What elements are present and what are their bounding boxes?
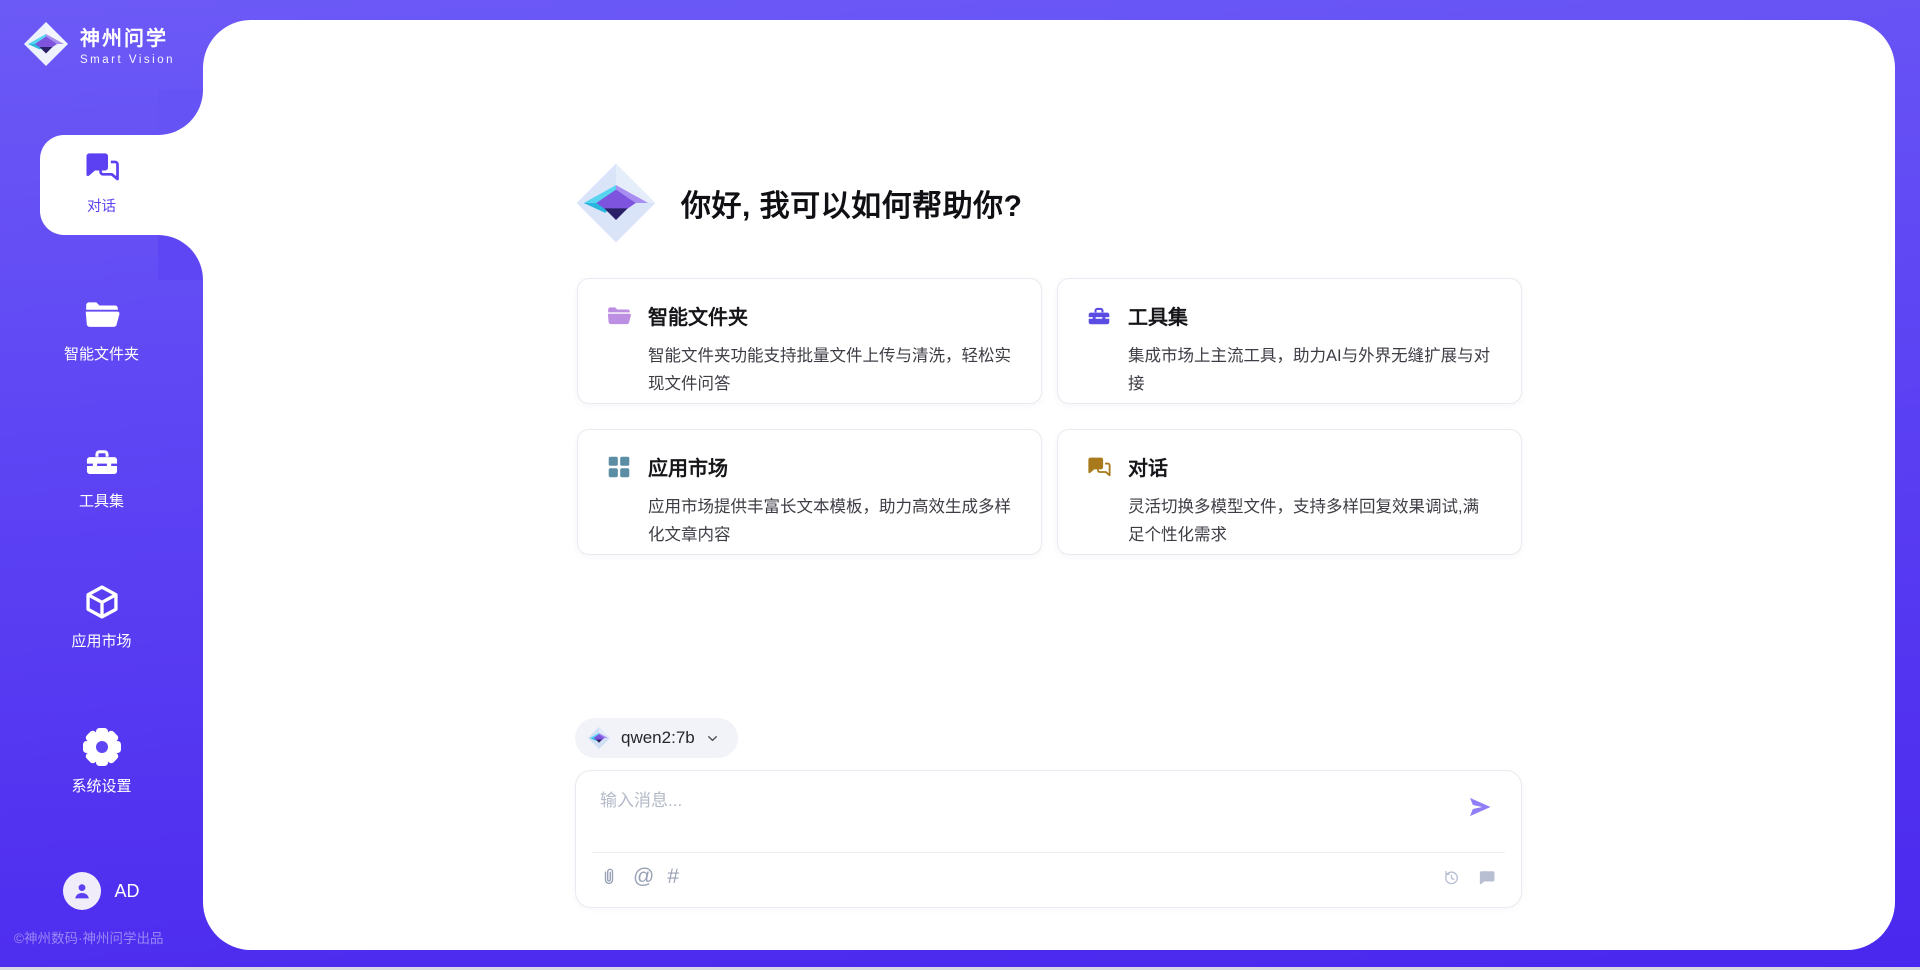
brand-text: 神州问学 Smart Vision <box>80 22 175 66</box>
card-title: 应用市场 <box>648 452 728 481</box>
sidebar: 神州问学 Smart Vision 对话 智能文件夹 工具集 <box>0 0 203 967</box>
card-title: 智能文件夹 <box>648 301 748 330</box>
tab-curve-top <box>158 90 203 135</box>
sidebar-item-chat[interactable]: 对话 <box>0 148 203 216</box>
card-description: 集成市场上主流工具，助力AI与外界无缝扩展与对接 <box>1128 342 1493 398</box>
sidebar-item-label: 智能文件夹 <box>64 343 139 364</box>
message-icon[interactable] <box>1476 867 1497 888</box>
card-app-market[interactable]: 应用市场 应用市场提供丰富长文本模板，助力高效生成多样化文章内容 <box>577 429 1042 555</box>
sidebar-item-app-market[interactable]: 应用市场 <box>0 583 203 651</box>
app-title: 神州问学 <box>80 22 175 51</box>
gear-icon <box>83 728 121 766</box>
send-button[interactable] <box>1465 793 1495 823</box>
user-initials: AD <box>114 881 139 902</box>
toolbox-icon <box>83 443 121 481</box>
folder-icon <box>606 303 632 329</box>
sidebar-item-toolset[interactable]: 工具集 <box>0 443 203 511</box>
app-subtitle: Smart Vision <box>80 54 175 66</box>
tab-curve-bottom <box>158 235 203 280</box>
brand-diamond-logo-icon <box>22 20 70 68</box>
user-profile[interactable]: AD <box>0 872 203 910</box>
card-title: 对话 <box>1128 452 1168 481</box>
sidebar-item-smart-folder[interactable]: 智能文件夹 <box>0 296 203 364</box>
app-window: 神州问学 Smart Vision 对话 智能文件夹 工具集 <box>0 0 1920 970</box>
model-diamond-logo-icon <box>587 726 611 750</box>
composer-right-tools <box>1441 867 1497 888</box>
card-chat[interactable]: 对话 灵活切换多模型文件，支持多样回复效果调试,满足个性化需求 <box>1057 429 1522 555</box>
composer-divider <box>592 852 1505 853</box>
user-avatar-icon <box>70 879 94 903</box>
greeting-title: 你好, 我可以如何帮助你? <box>681 181 1023 225</box>
send-icon <box>1466 793 1494 821</box>
history-icon[interactable] <box>1441 867 1462 888</box>
avatar <box>63 872 101 910</box>
mention-icon[interactable]: @ <box>633 866 654 888</box>
composer-left-tools: @ # <box>598 866 679 888</box>
card-description: 应用市场提供丰富长文本模板，助力高效生成多样化文章内容 <box>648 493 1013 549</box>
main-content: 你好, 我可以如何帮助你? 智能文件夹 智能文件夹功能支持批量文件上传与清洗，轻… <box>203 20 1895 950</box>
copyright-text: ©神州数码·神州问学出品 <box>14 927 163 947</box>
attachment-icon[interactable] <box>598 866 620 888</box>
chat-icon <box>1086 454 1112 480</box>
message-input[interactable] <box>600 783 1440 819</box>
cube-icon <box>83 583 121 621</box>
sidebar-item-label: 工具集 <box>79 490 124 511</box>
card-toolset[interactable]: 工具集 集成市场上主流工具，助力AI与外界无缝扩展与对接 <box>1057 278 1522 404</box>
card-description: 灵活切换多模型文件，支持多样回复效果调试,满足个性化需求 <box>1128 493 1493 549</box>
sidebar-item-label: 系统设置 <box>71 775 131 796</box>
chevron-down-icon <box>705 731 720 746</box>
sidebar-item-label: 应用市场 <box>71 630 131 651</box>
card-title: 工具集 <box>1128 301 1188 330</box>
toolbox-icon <box>1086 303 1112 329</box>
model-selector[interactable]: qwen2:7b <box>575 718 738 758</box>
assistant-diamond-logo-icon <box>573 160 659 246</box>
sidebar-item-settings[interactable]: 系统设置 <box>0 728 203 796</box>
hash-icon[interactable]: # <box>667 866 679 888</box>
brand: 神州问学 Smart Vision <box>22 20 175 68</box>
card-description: 智能文件夹功能支持批量文件上传与清洗，轻松实现文件问答 <box>648 342 1013 398</box>
chat-icon <box>83 148 121 186</box>
model-name: qwen2:7b <box>621 728 695 748</box>
sidebar-item-label: 对话 <box>87 195 116 216</box>
message-composer: @ # <box>575 770 1522 908</box>
card-smart-folder[interactable]: 智能文件夹 智能文件夹功能支持批量文件上传与清洗，轻松实现文件问答 <box>577 278 1042 404</box>
greeting: 你好, 我可以如何帮助你? <box>573 160 1023 246</box>
grid-icon <box>606 454 632 480</box>
folder-icon <box>83 296 121 334</box>
